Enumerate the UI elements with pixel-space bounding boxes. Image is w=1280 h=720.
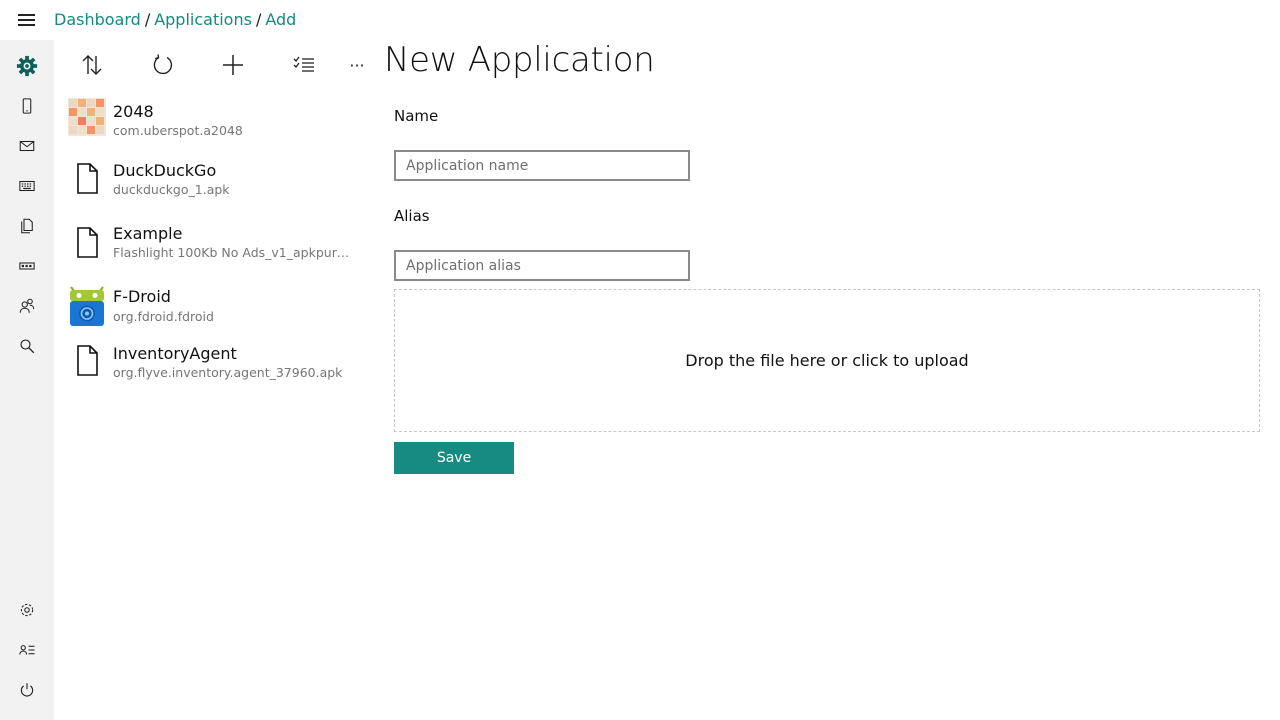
alias-label: Alias <box>394 207 430 225</box>
breadcrumb-dashboard[interactable]: Dashboard <box>54 10 141 29</box>
users-icon[interactable] <box>0 286 54 326</box>
list-item[interactable]: F-Droid org.fdroid.fdroid <box>54 273 374 335</box>
keyboard-icon[interactable] <box>0 166 54 206</box>
app-name: F-Droid <box>113 287 171 306</box>
fdroid-icon <box>68 286 106 328</box>
side-nav-rail <box>0 40 54 720</box>
list-item[interactable]: Example Flashlight 100Kb No Ads_v1_apkpu… <box>54 210 374 273</box>
app-name: DuckDuckGo <box>113 161 217 180</box>
page-title: New Application <box>384 40 655 80</box>
mail-icon[interactable] <box>0 126 54 166</box>
app-package: Flashlight 100Kb No Ads_v1_apkpure.co... <box>113 245 353 260</box>
file-icon <box>68 223 106 261</box>
app-name: Example <box>113 224 183 243</box>
breadcrumb: Dashboard / Applications / Add <box>54 10 296 29</box>
search-icon[interactable] <box>0 326 54 366</box>
breadcrumb-add[interactable]: Add <box>265 10 296 29</box>
settings-icon[interactable] <box>0 590 54 630</box>
breadcrumb-separator: / <box>255 10 262 29</box>
list-item[interactable]: InventoryAgent org.flyve.inventory.agent… <box>54 335 374 395</box>
breadcrumb-separator: / <box>144 10 151 29</box>
power-icon[interactable] <box>0 670 54 710</box>
sort-icon[interactable] <box>74 50 110 80</box>
file-icon <box>68 341 106 379</box>
top-bar: Dashboard / Applications / Add <box>0 0 1280 40</box>
profile-list-icon[interactable] <box>0 630 54 670</box>
app-2048-icon <box>68 98 106 136</box>
dropzone-text: Drop the file here or click to upload <box>685 351 969 370</box>
fleet-icon[interactable] <box>0 246 54 286</box>
hamburger-menu-icon[interactable] <box>18 14 36 28</box>
multi-select-icon[interactable] <box>286 50 322 80</box>
file-icon <box>68 159 106 197</box>
app-package: com.uberspot.a2048 <box>113 123 243 138</box>
list-toolbar: ··· <box>54 40 384 90</box>
app-package: duckduckgo_1.apk <box>113 182 230 197</box>
more-options-button[interactable]: ··· <box>339 50 375 80</box>
name-label: Name <box>394 107 439 125</box>
app-package: org.flyve.inventory.agent_37960.apk <box>113 365 343 380</box>
device-icon[interactable] <box>0 86 54 126</box>
list-item[interactable]: DuckDuckGo duckduckgo_1.apk <box>54 150 374 210</box>
application-name-input[interactable] <box>394 150 690 181</box>
breadcrumb-applications[interactable]: Applications <box>154 10 252 29</box>
list-item[interactable]: 2048 com.uberspot.a2048 <box>54 90 374 150</box>
refresh-icon[interactable] <box>145 50 181 80</box>
save-button[interactable]: Save <box>394 442 514 474</box>
file-upload-dropzone[interactable]: Drop the file here or click to upload <box>394 289 1260 432</box>
application-alias-input[interactable] <box>394 250 690 281</box>
add-icon[interactable] <box>215 50 251 80</box>
logo-gear-icon[interactable] <box>0 46 54 86</box>
application-list: 2048 com.uberspot.a2048 DuckDuckGo duckd… <box>54 90 374 395</box>
files-icon[interactable] <box>0 206 54 246</box>
app-name: 2048 <box>113 102 154 121</box>
app-name: InventoryAgent <box>113 344 237 363</box>
app-package: org.fdroid.fdroid <box>113 309 214 324</box>
